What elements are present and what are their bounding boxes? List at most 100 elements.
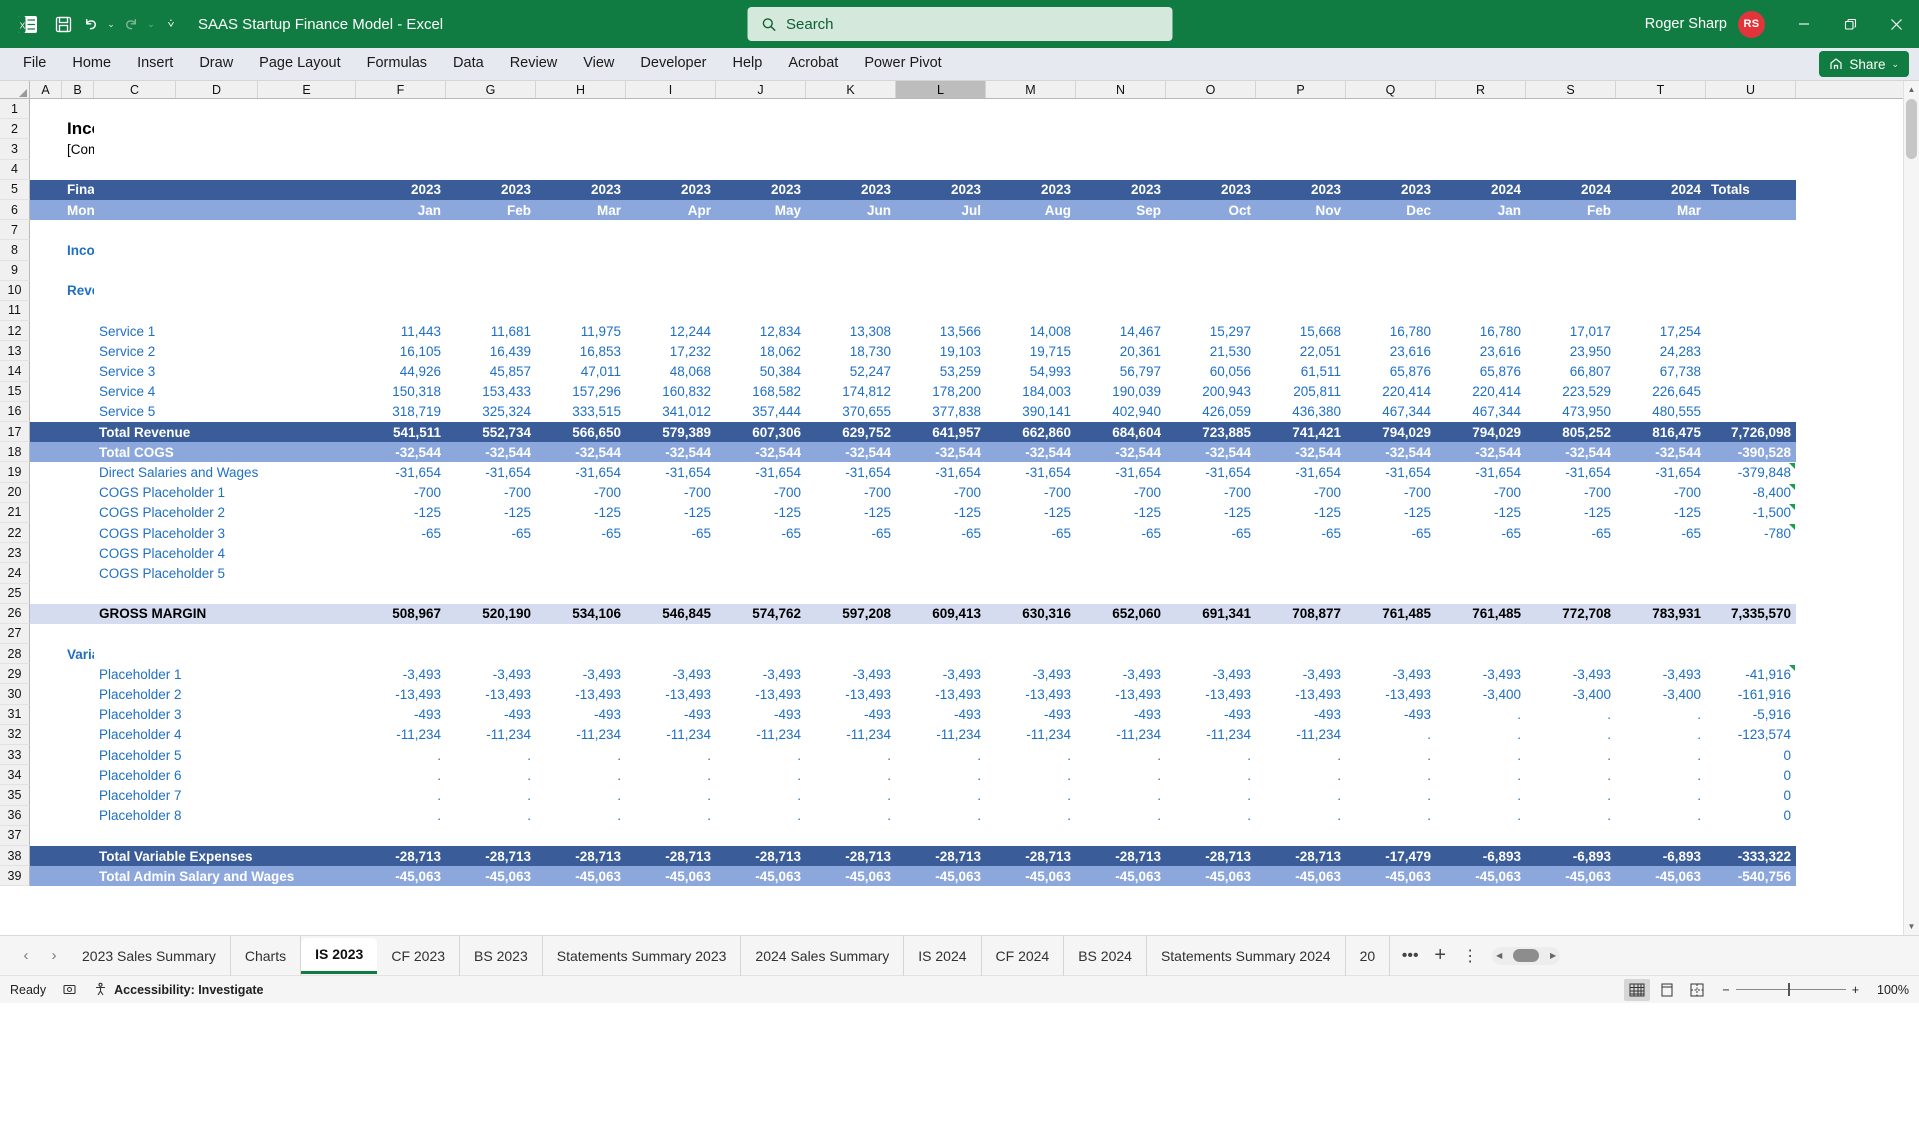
cell-q21[interactable]: -125 [1346,503,1436,523]
cell-f15[interactable]: 150,318 [356,382,446,402]
cell-l11[interactable] [896,301,986,321]
cell-i13[interactable]: 17,232 [626,341,716,361]
cell-h17[interactable]: 566,650 [536,422,626,443]
cell-c11[interactable] [94,301,176,321]
cell-f5[interactable]: 2023 [356,179,446,200]
cell-g10[interactable] [446,281,536,301]
save-icon[interactable] [46,7,80,41]
cell-u5-totals-label[interactable]: Totals [1706,179,1796,200]
cell-b29[interactable] [62,664,94,684]
cell-j12[interactable]: 12,834 [716,321,806,341]
cell-a10[interactable] [30,281,62,301]
cell-m38[interactable]: -28,713 [986,845,1076,867]
cell-t25[interactable] [1616,584,1706,604]
cell-l30[interactable]: -13,493 [896,684,986,704]
cell-q37[interactable] [1346,826,1436,846]
cell-n37[interactable] [1076,826,1166,846]
cell-p17[interactable]: 741,421 [1256,422,1346,443]
cell-t3[interactable] [1616,139,1706,159]
cell-d7[interactable] [176,220,258,240]
cell-f3[interactable] [356,139,446,159]
cell-r30[interactable]: -3,400 [1436,684,1526,704]
cell-g32[interactable]: -11,234 [446,725,536,745]
cell-k25[interactable] [806,584,896,604]
cell-n39[interactable]: -45,063 [1076,866,1166,887]
cell-q23[interactable] [1346,543,1436,563]
cell-c29-row-label[interactable]: Placeholder 1 [94,664,356,684]
horizontal-scrollbar[interactable]: ◀ ▶ [1492,946,1561,965]
cell-s25[interactable] [1526,584,1616,604]
cell-k34[interactable]: . [806,765,896,785]
cell-j2[interactable] [716,119,806,139]
cell-q22[interactable]: -65 [1346,523,1436,543]
cell-l37[interactable] [896,826,986,846]
cell-u29-total[interactable]: -41,916 [1706,664,1796,684]
cell-t39[interactable]: -45,063 [1616,866,1706,887]
cell-n3[interactable] [1076,139,1166,159]
cell-a35[interactable] [30,785,62,805]
cell-u25[interactable] [1706,584,1796,604]
cell-m16[interactable]: 390,141 [986,402,1076,422]
cell-n10[interactable] [1076,281,1166,301]
cell-i32[interactable]: -11,234 [626,725,716,745]
cell-f30[interactable]: -13,493 [356,684,446,704]
cell-u2[interactable] [1706,119,1796,139]
select-all-corner[interactable] [0,81,30,98]
cell-r6[interactable]: Jan [1436,199,1526,221]
cell-t38[interactable]: -6,893 [1616,845,1706,867]
cell-a20[interactable] [30,483,62,503]
cell-j21[interactable]: -125 [716,503,806,523]
cell-e25[interactable] [258,584,356,604]
cell-m27[interactable] [986,624,1076,644]
cell-h25[interactable] [536,584,626,604]
sheet-tab-20[interactable]: 20 [1346,935,1391,976]
row-header-10[interactable]: 10 [0,280,30,301]
cell-k30[interactable]: -13,493 [806,684,896,704]
cell-j27[interactable] [716,624,806,644]
row-header-29[interactable]: 29 [0,664,30,685]
cell-l35[interactable]: . [896,785,986,805]
cell-p24[interactable] [1256,563,1346,583]
cell-e7[interactable] [258,220,356,240]
cell-c12-row-label[interactable]: Service 1 [94,321,356,341]
cell-c8[interactable] [94,240,176,260]
cell-h30[interactable]: -13,493 [536,684,626,704]
cell-a18[interactable] [30,442,62,463]
cell-r33[interactable]: . [1436,745,1526,765]
cell-p26[interactable]: 708,877 [1256,603,1346,624]
cell-s15[interactable]: 223,529 [1526,382,1616,402]
cell-j23[interactable] [716,543,806,563]
zoom-percent[interactable]: 100% [1871,983,1909,997]
cell-j25[interactable] [716,584,806,604]
sheet-tab-is-2024[interactable]: IS 2024 [904,935,982,976]
cell-j31[interactable]: -493 [716,705,806,725]
cell-c22-row-label[interactable]: COGS Placeholder 3 [94,523,356,543]
share-chevron-down-icon[interactable]: ⌄ [1891,59,1899,70]
cell-j36[interactable]: . [716,806,806,826]
cell-h11[interactable] [536,301,626,321]
cell-o24[interactable] [1166,563,1256,583]
cell-f13[interactable]: 16,105 [356,341,446,361]
cell-t14[interactable]: 67,738 [1616,361,1706,381]
cell-f17[interactable]: 541,511 [356,422,446,443]
cell-q14[interactable]: 65,876 [1346,361,1436,381]
row-header-30[interactable]: 30 [0,684,30,705]
cell-n19[interactable]: -31,654 [1076,462,1166,482]
cell-f33[interactable]: . [356,745,446,765]
cell-h5[interactable]: 2023 [536,179,626,200]
cell-j8[interactable] [716,240,806,260]
cell-d5[interactable] [176,179,258,200]
cell-s24[interactable] [1526,563,1616,583]
cell-f10[interactable] [356,281,446,301]
cell-p15[interactable]: 205,811 [1256,382,1346,402]
sheet-tab-statements-summary-2024[interactable]: Statements Summary 2024 [1147,935,1346,976]
cell-a8[interactable] [30,240,62,260]
cell-n14[interactable]: 56,797 [1076,361,1166,381]
cell-i9[interactable] [626,261,716,281]
cell-q36[interactable]: . [1346,806,1436,826]
cell-i31[interactable]: -493 [626,705,716,725]
ribbon-tab-page-layout[interactable]: Page Layout [246,47,353,80]
cell-m39[interactable]: -45,063 [986,866,1076,887]
cell-e6[interactable] [258,199,356,221]
cell-g8[interactable] [446,240,536,260]
